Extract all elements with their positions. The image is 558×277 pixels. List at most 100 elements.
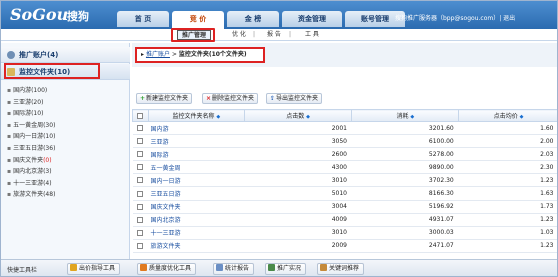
clicks-cell: 2001 xyxy=(244,121,352,136)
cost-cell: 3000.03 xyxy=(351,226,459,240)
bid-guide-label: 出价指导工具 xyxy=(79,265,116,272)
table-row[interactable]: 国内北京游 4009 4931.07 1.23 xyxy=(132,213,557,227)
header-clicks-label: 点击数 xyxy=(286,113,305,120)
folder-name-link[interactable]: 三亚游 xyxy=(148,134,245,149)
sidebar-folder-item[interactable]: ▪ 国内北京游(3) xyxy=(1,166,130,178)
quality-icon xyxy=(140,264,147,271)
row-checkbox[interactable] xyxy=(137,151,144,158)
keyword-recommend-button[interactable]: 关键词推荐 xyxy=(317,263,365,275)
header-avg-price[interactable]: 点击均价 ◆ xyxy=(458,109,557,122)
header-cost[interactable]: 消耗 ◆ xyxy=(351,109,460,122)
table-row[interactable]: 国内游 2001 3201.60 1.60 xyxy=(132,121,557,136)
subnav-optimize[interactable]: 优 化 xyxy=(232,30,246,40)
nav-tab-finance[interactable]: 资金管理 xyxy=(282,11,342,27)
stats-report-button[interactable]: 统计报告 xyxy=(213,263,255,275)
row-select-cell xyxy=(132,239,149,253)
table-row[interactable]: 国际游 2600 5278.00 2.03 xyxy=(132,147,557,162)
folder-count: (100) xyxy=(31,87,48,94)
header-folder-name[interactable]: 监控文件夹名称 ◆ xyxy=(147,109,245,122)
folder-name-link[interactable]: 十一三亚游 xyxy=(148,226,245,240)
sidebar-folder-item[interactable]: ▪ 十一三亚游(4) xyxy=(1,178,130,190)
sidebar-account-label: 推广账户(4) xyxy=(19,51,59,59)
sidebar-folder-item[interactable]: ▪ 三亚游(20) xyxy=(1,97,130,109)
row-select-cell xyxy=(132,134,149,149)
row-checkbox[interactable] xyxy=(137,138,144,145)
sidebar-folder-item[interactable]: ▪ 国内游(100) xyxy=(1,85,130,97)
row-select-cell xyxy=(132,160,149,175)
folder-name-link[interactable]: 五一黄金周 xyxy=(148,160,245,175)
delete-folder-button[interactable]: ×删除监控文件夹 xyxy=(202,93,259,104)
row-checkbox[interactable] xyxy=(137,242,144,249)
breadcrumb-link-account[interactable]: 推广账户 xyxy=(146,51,170,58)
table-row[interactable]: 国内一日游 3010 3702.30 1.23 xyxy=(132,173,557,188)
row-checkbox[interactable] xyxy=(137,203,144,210)
sort-icon: ◆ xyxy=(216,114,221,120)
bullet-icon: ▪ xyxy=(7,133,12,141)
nav-tab-jinbang[interactable]: 金 榜 xyxy=(227,11,279,27)
quality-tool-button[interactable]: 质量度优化工具 xyxy=(137,263,197,275)
row-select-cell xyxy=(132,200,149,214)
folder-name-link[interactable]: 国内游 xyxy=(148,121,245,136)
sidebar-folder-item[interactable]: ▪ 国内一日游(10) xyxy=(1,131,130,143)
avg-price-cell: 2.00 xyxy=(458,134,557,149)
live-promotion-button[interactable]: 推广实况 xyxy=(265,263,307,275)
sidebar-folder-item[interactable]: ▪ 国庆文件夹(0) xyxy=(1,155,130,167)
subnav-separator: | xyxy=(289,31,292,38)
folder-name: 五一黄金周 xyxy=(13,121,44,129)
breadcrumb-current: 监控文件夹(10个文件夹) xyxy=(178,51,247,58)
header-select-all[interactable] xyxy=(132,109,149,122)
bid-guide-tool-button[interactable]: 出价指导工具 xyxy=(67,263,121,275)
sogou-logo: SoGou xyxy=(10,5,69,24)
folder-name-link[interactable]: 三亚五日游 xyxy=(148,186,245,201)
bullet-icon: ▪ xyxy=(7,87,12,94)
row-checkbox[interactable] xyxy=(137,177,144,184)
folder-count: (10) xyxy=(31,110,44,118)
row-checkbox[interactable] xyxy=(137,229,144,236)
sidebar-folder-item[interactable]: ▪ 三亚五日游(36) xyxy=(1,143,130,155)
sogou-bidding-app: SoGou 搜狗 首 页 竞 价 金 榜 资金管理 账号管理 搜狗推广服务器（b… xyxy=(0,0,558,277)
table-row[interactable]: 国庆文件夹 3004 5196.92 1.73 xyxy=(132,200,557,214)
folder-name-link[interactable]: 国内北京游 xyxy=(148,213,245,227)
sidebar-folder-item[interactable]: ▪ 国际游(10) xyxy=(1,108,130,120)
sidebar-account-header[interactable]: 推广账户(4) xyxy=(1,47,130,63)
row-checkbox[interactable] xyxy=(137,125,144,132)
bullet-icon: ▪ xyxy=(7,179,12,187)
avg-price-cell: 1.63 xyxy=(458,186,557,201)
folder-name-link[interactable]: 国内一日游 xyxy=(148,173,245,188)
sidebar-folder-item[interactable]: ▪ 旅游文件夹(48) xyxy=(1,189,130,201)
table-row[interactable]: 十一三亚游 3010 3000.03 1.03 xyxy=(132,226,557,240)
table-row[interactable]: 旅游文件夹 2009 2471.07 1.23 xyxy=(132,239,557,253)
export-folder-label: 导出监控文件夹 xyxy=(276,95,319,102)
breadcrumb-arrow-icon: ▸ xyxy=(141,51,145,58)
row-select-cell xyxy=(132,186,149,201)
checkbox[interactable] xyxy=(137,112,144,119)
clicks-cell: 4009 xyxy=(244,213,352,227)
quick-toolbar-label: 快捷工具栏 xyxy=(7,267,38,274)
table-row[interactable]: 三亚五日游 5010 8166.30 1.63 xyxy=(132,186,557,201)
row-checkbox[interactable] xyxy=(137,164,144,171)
nav-tab-home[interactable]: 首 页 xyxy=(117,11,169,27)
add-folder-button[interactable]: +新建监控文件夹 xyxy=(136,93,193,104)
cost-cell: 5278.00 xyxy=(351,147,459,162)
folder-count: (48) xyxy=(43,191,56,199)
nav-tab-bidding[interactable]: 竞 价 xyxy=(172,11,224,29)
subnav-tools[interactable]: 工 具 xyxy=(305,30,319,40)
row-select-cell xyxy=(132,121,149,136)
folder-name-link[interactable]: 国庆文件夹 xyxy=(148,200,245,214)
sort-icon: ◆ xyxy=(519,114,524,120)
export-folder-button[interactable]: ⇪导出监控文件夹 xyxy=(266,93,323,104)
user-info-logout[interactable]: 搜狗推广服务器（bpp@sogou.com）| 退出 xyxy=(395,13,515,22)
plus-icon: + xyxy=(139,95,146,102)
sidebar-folder-item[interactable]: ▪ 五一黄金周(30) xyxy=(1,120,130,132)
row-checkbox[interactable] xyxy=(137,216,144,223)
avg-price-cell: 1.23 xyxy=(458,173,557,188)
row-checkbox[interactable] xyxy=(137,190,144,197)
table-row[interactable]: 五一黄金周 4300 9890.00 2.30 xyxy=(132,160,557,175)
folder-count: (0) xyxy=(43,156,52,164)
header-folder-name-label: 监控文件夹名称 xyxy=(172,113,215,120)
folder-name-link[interactable]: 旅游文件夹 xyxy=(148,239,245,253)
table-row[interactable]: 三亚游 3050 6100.00 2.00 xyxy=(132,134,557,149)
header-clicks[interactable]: 点击数 ◆ xyxy=(243,109,353,122)
folder-name-link[interactable]: 国际游 xyxy=(148,147,245,162)
subnav-report[interactable]: 报 告 xyxy=(267,30,281,40)
